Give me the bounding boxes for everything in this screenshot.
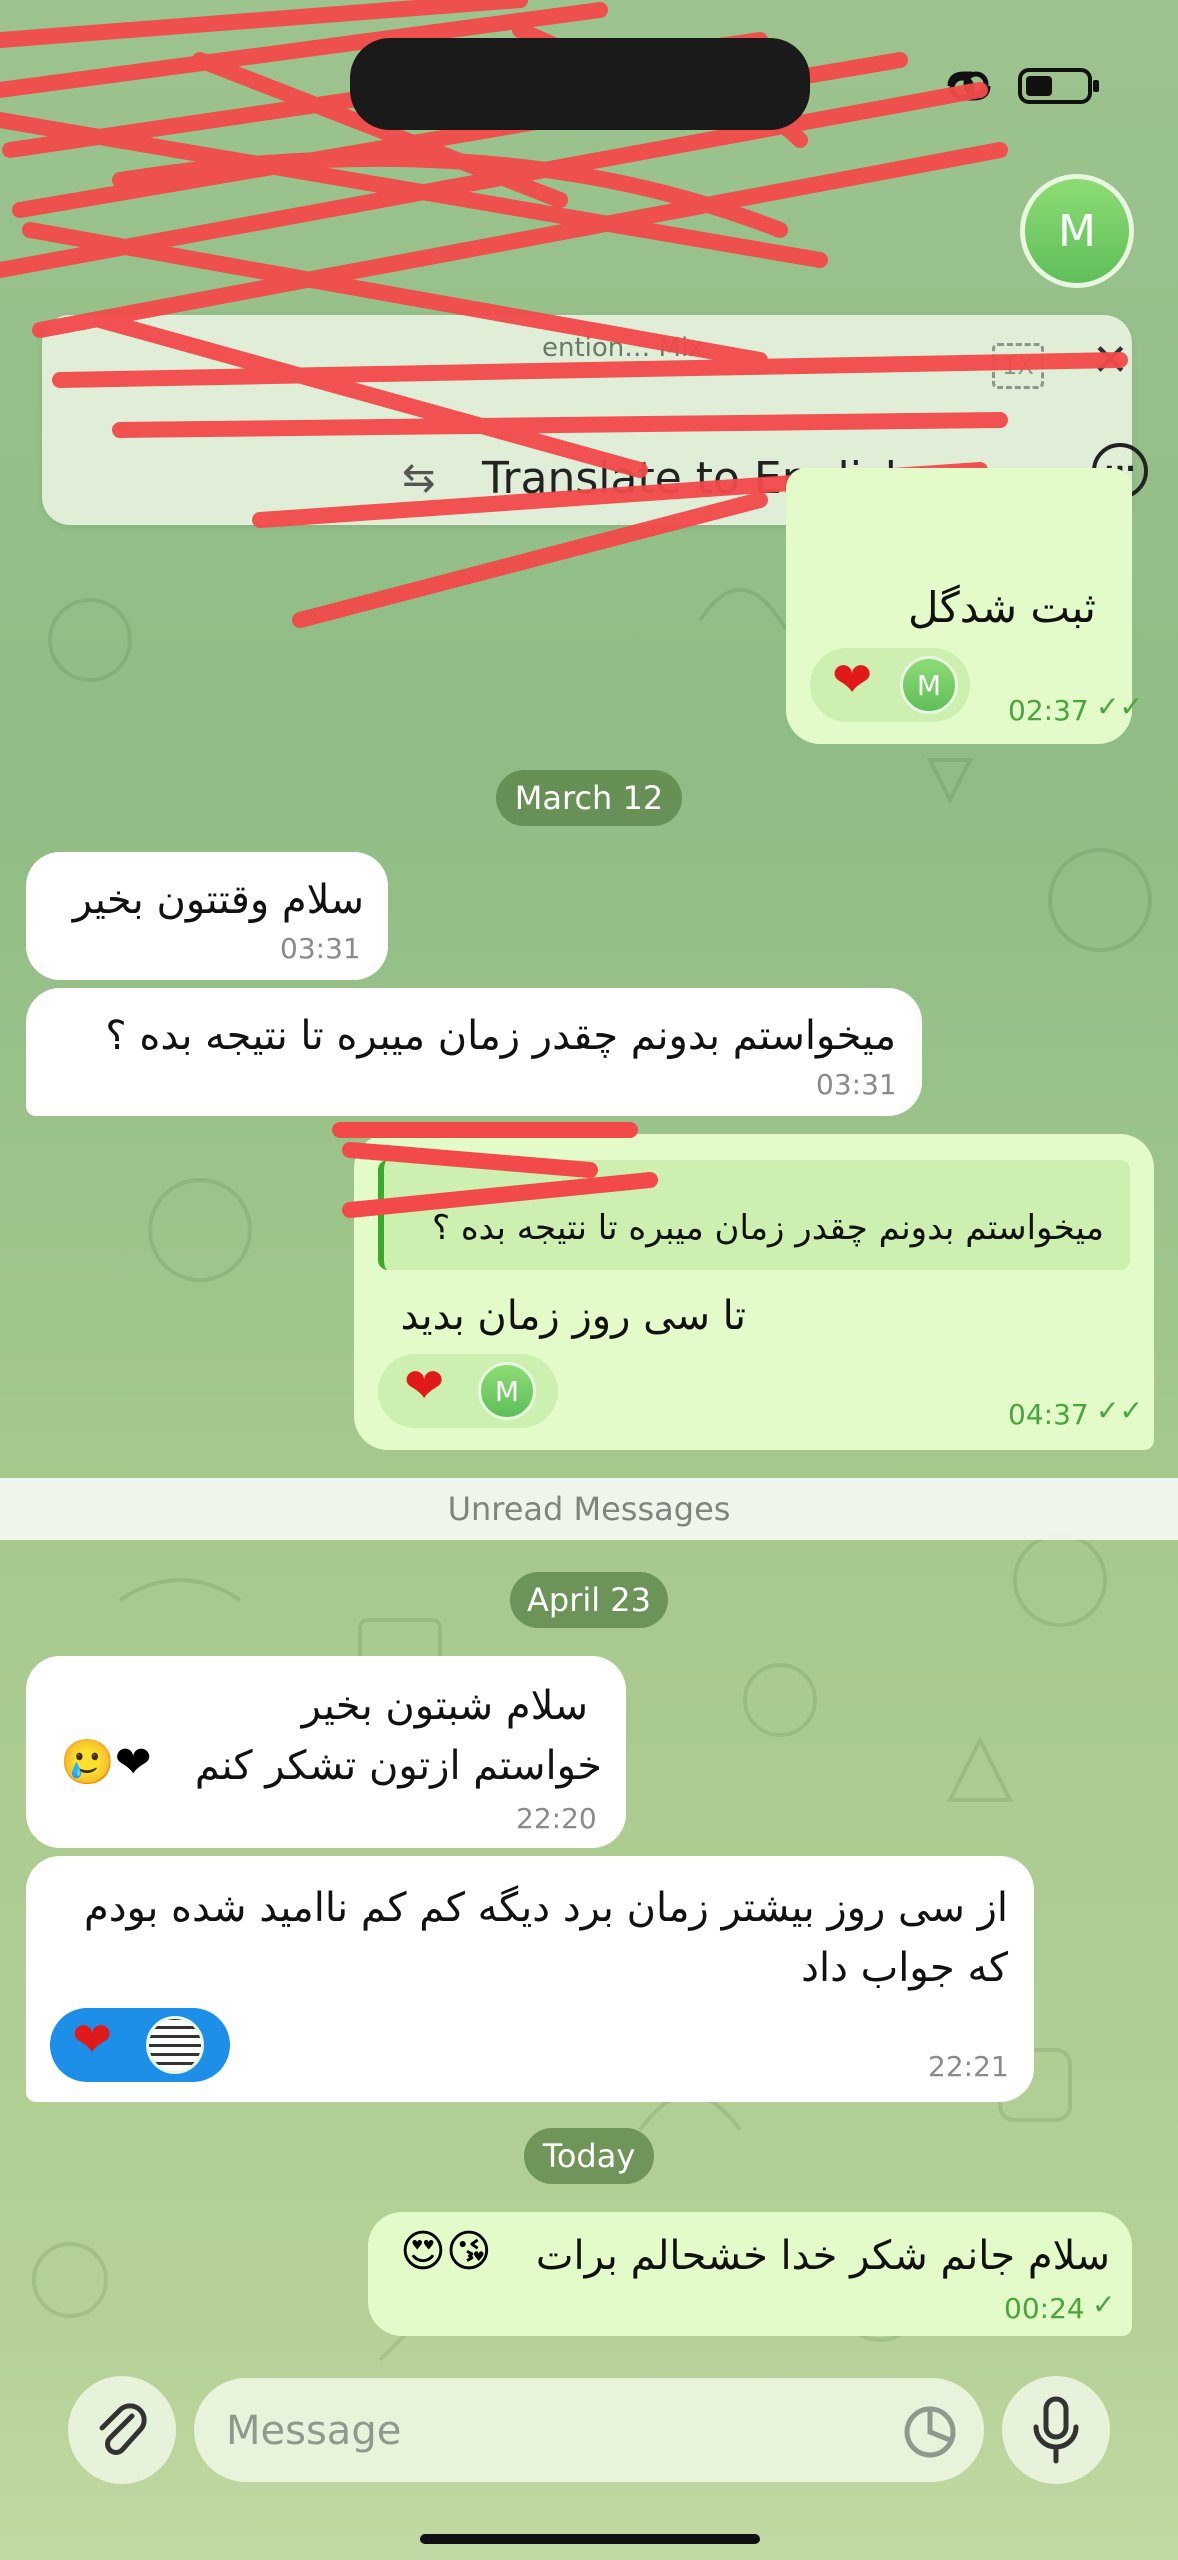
redaction-scribble-small (332, 1122, 658, 1218)
message-bubble-incoming[interactable]: سلام وقتتون بخیر 03:31 (26, 852, 388, 980)
read-check-icon: ✓✓ (1096, 690, 1143, 723)
message-text: میخواستم بدونم چقدر زمان میبره تا نتیجه … (105, 1013, 896, 1059)
paperclip-icon (99, 2403, 147, 2455)
message-text: تا سی روز زمان بدید (400, 1293, 746, 1339)
message-text-line1: از سی روز بیشتر زمان برد دیگه کم کم ناام… (83, 1885, 1008, 1931)
playback-speed-button[interactable]: 1X (992, 343, 1044, 389)
unread-messages-divider: Unread Messages (0, 1478, 1178, 1540)
reactor-avatar: M (900, 656, 958, 714)
message-text-line2: خواستم ازتون تشکر کنم (194, 1743, 602, 1789)
message-time: 22:21 (928, 2050, 1009, 2083)
message-text: سلام وقتتون بخیر (72, 877, 364, 923)
battery-icon (1018, 68, 1099, 104)
sticker-icon[interactable] (902, 2404, 958, 2460)
microphone-icon (1033, 2396, 1079, 2464)
message-bubble-incoming[interactable]: میخواستم بدونم چقدر زمان میبره تا نتیجه … (26, 988, 922, 1116)
link-icon (947, 71, 991, 101)
now-playing-subtitle: ention… Mix (542, 333, 704, 363)
heart-reaction-icon: ❤ (832, 652, 873, 708)
message-text-line1: سلام شبتون بخیر (301, 1683, 588, 1729)
message-bubble-incoming[interactable]: از سی روز بیشتر زمان برد دیگه کم کم ناام… (26, 1856, 1034, 2102)
message-input-field[interactable] (194, 2378, 984, 2482)
message-bubble-outgoing[interactable]: سلام جانم شکر خدا خشحالم برات 😍😘 00:24 ✓ (368, 2212, 1132, 2336)
date-separator: March 12 (496, 770, 682, 826)
reaction-chip[interactable]: ❤ M (378, 1354, 558, 1428)
reaction-chip[interactable]: ❤ (50, 2008, 230, 2082)
message-time: 00:24 (1004, 2292, 1085, 2325)
message-text-line2: که جواب داد (801, 1945, 1008, 1991)
home-indicator (420, 2534, 760, 2544)
status-bar (0, 0, 1178, 150)
message-bubble-outgoing[interactable]: ثبت شدگل ❤ M 02:37 ✓✓ (786, 468, 1143, 744)
reaction-chip[interactable]: ❤ M (810, 648, 970, 722)
message-time: 04:37 (1008, 1398, 1089, 1431)
sent-check-icon: ✓ (1092, 2288, 1116, 2321)
emoji-sad-heart: 🥲❤ (60, 1737, 152, 1788)
heart-reaction-icon: ❤ (72, 2012, 113, 2068)
message-time: 03:31 (280, 932, 361, 965)
heart-reaction-icon: ❤ (404, 1358, 445, 1414)
message-bubble-incoming[interactable]: سلام شبتون بخیر خواستم ازتون تشکر کنم 🥲❤… (26, 1656, 626, 1848)
message-input[interactable] (224, 2402, 828, 2460)
message-time: 22:20 (516, 1802, 597, 1835)
reactor-avatar: M (478, 1362, 536, 1420)
message-time: 03:31 (816, 1068, 897, 1101)
message-time: 02:37 (1008, 694, 1089, 727)
date-separator: Today (524, 2128, 654, 2184)
attach-button[interactable] (68, 2376, 176, 2484)
chat-avatar[interactable]: M (1020, 174, 1134, 288)
read-check-icon: ✓✓ (1096, 1394, 1143, 1427)
date-separator: April 23 (510, 1572, 668, 1628)
message-text: ثبت شدگل (908, 583, 1096, 632)
reactor-avatar (146, 2016, 204, 2074)
translate-icon: ⇆ (402, 455, 436, 501)
voice-record-button[interactable] (1002, 2376, 1110, 2484)
message-text: سلام جانم شکر خدا خشحالم برات (535, 2233, 1110, 2279)
emoji-love-kiss: 😍😘 (400, 2226, 492, 2277)
close-icon[interactable]: ✕ (1092, 335, 1129, 386)
